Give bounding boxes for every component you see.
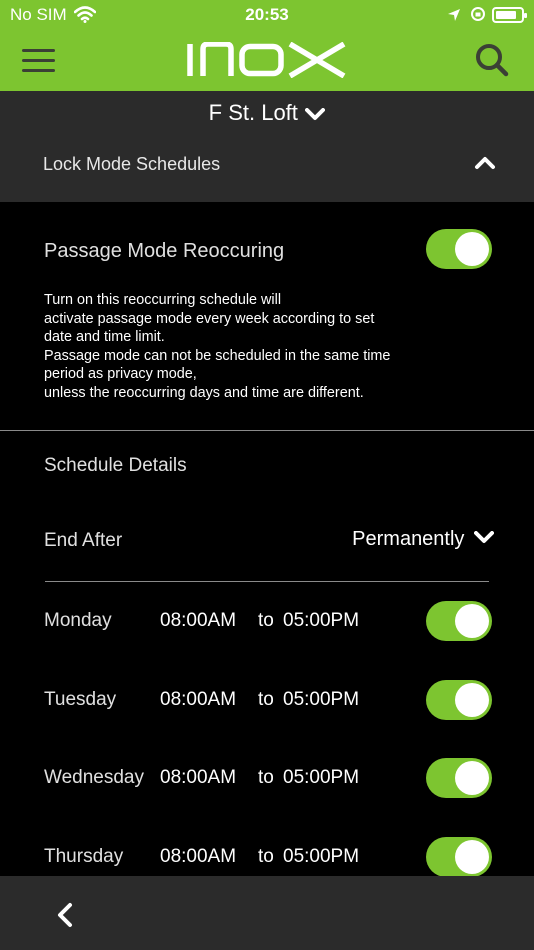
toggle-knob (455, 683, 489, 717)
end-time[interactable]: 05:00PM (283, 610, 359, 632)
location-selector[interactable]: F St. Loft (0, 91, 534, 133)
location-services-icon (447, 7, 461, 27)
passage-mode-description: Turn on this reoccurring schedule will a… (44, 291, 474, 403)
end-time[interactable]: 05:00PM (283, 846, 359, 868)
schedule-row-tuesday: Tuesday 08:00AM to 05:00PM (0, 677, 534, 727)
orientation-lock-icon (470, 6, 486, 27)
schedule-row-monday: Monday 08:00AM to 05:00PM (0, 598, 534, 648)
chevron-up-icon[interactable] (474, 154, 496, 175)
chevron-down-icon (474, 531, 494, 544)
time-separator: to (258, 767, 274, 788)
description-line: date and time limit. (44, 329, 165, 346)
time-separator: to (258, 610, 274, 631)
passage-mode-title: Passage Mode Reoccuring (44, 240, 285, 262)
inox-logo-icon (186, 41, 348, 83)
toggle-knob (455, 232, 489, 266)
toggle-knob (455, 761, 489, 795)
start-time[interactable]: 08:00AM (160, 689, 236, 711)
time-separator: to (258, 689, 274, 710)
day-name: Wednesday (44, 767, 144, 788)
end-after-value: Permanently (352, 528, 465, 550)
battery-icon (492, 7, 527, 23)
description-line: period as privacy mode, (44, 366, 197, 383)
hamburger-menu-icon[interactable] (22, 47, 55, 73)
schedule-row-wednesday: Wednesday 08:00AM to 05:00PM (0, 755, 534, 805)
end-after-dropdown[interactable]: Permanently (352, 528, 494, 551)
day-toggle-thursday[interactable] (426, 837, 492, 877)
start-time[interactable]: 08:00AM (160, 767, 236, 789)
end-after-label: End After (44, 530, 123, 551)
divider (45, 581, 489, 582)
day-toggle-wednesday[interactable] (426, 758, 492, 798)
time-separator: to (258, 846, 274, 867)
chevron-down-icon (305, 107, 326, 127)
back-chevron-icon[interactable] (55, 902, 75, 933)
description-line: Turn on this reoccurring schedule will (44, 292, 282, 308)
battery-level (496, 11, 517, 19)
description-line: Passage mode can not be scheduled in the… (44, 347, 391, 364)
day-name: Tuesday (44, 689, 117, 710)
passage-mode-toggle[interactable] (426, 229, 492, 269)
day-toggle-monday[interactable] (426, 601, 492, 641)
description-line: unless the reoccurring days and time are… (44, 384, 364, 401)
day-toggle-tuesday[interactable] (426, 680, 492, 720)
app-header (0, 30, 534, 91)
end-time[interactable]: 05:00PM (283, 689, 359, 711)
lock-mode-schedules-header[interactable]: Lock Mode Schedules (0, 133, 534, 202)
divider (0, 430, 534, 431)
schedule-details-title: Schedule Details (44, 455, 187, 476)
start-time[interactable]: 08:00AM (160, 846, 236, 868)
toggle-knob (455, 604, 489, 638)
description-line: activate passage mode every week accordi… (44, 310, 375, 327)
day-name: Thursday (44, 846, 124, 867)
section-title: Lock Mode Schedules (43, 154, 221, 174)
location-name: F St. Loft (208, 100, 298, 125)
search-icon[interactable] (474, 42, 510, 83)
status-bar: No SIM 20:53 (0, 0, 534, 30)
day-name: Monday (44, 610, 112, 631)
toggle-knob (455, 840, 489, 874)
start-time[interactable]: 08:00AM (160, 610, 236, 632)
bottom-navigation-bar (0, 876, 534, 950)
end-time[interactable]: 05:00PM (283, 767, 359, 789)
